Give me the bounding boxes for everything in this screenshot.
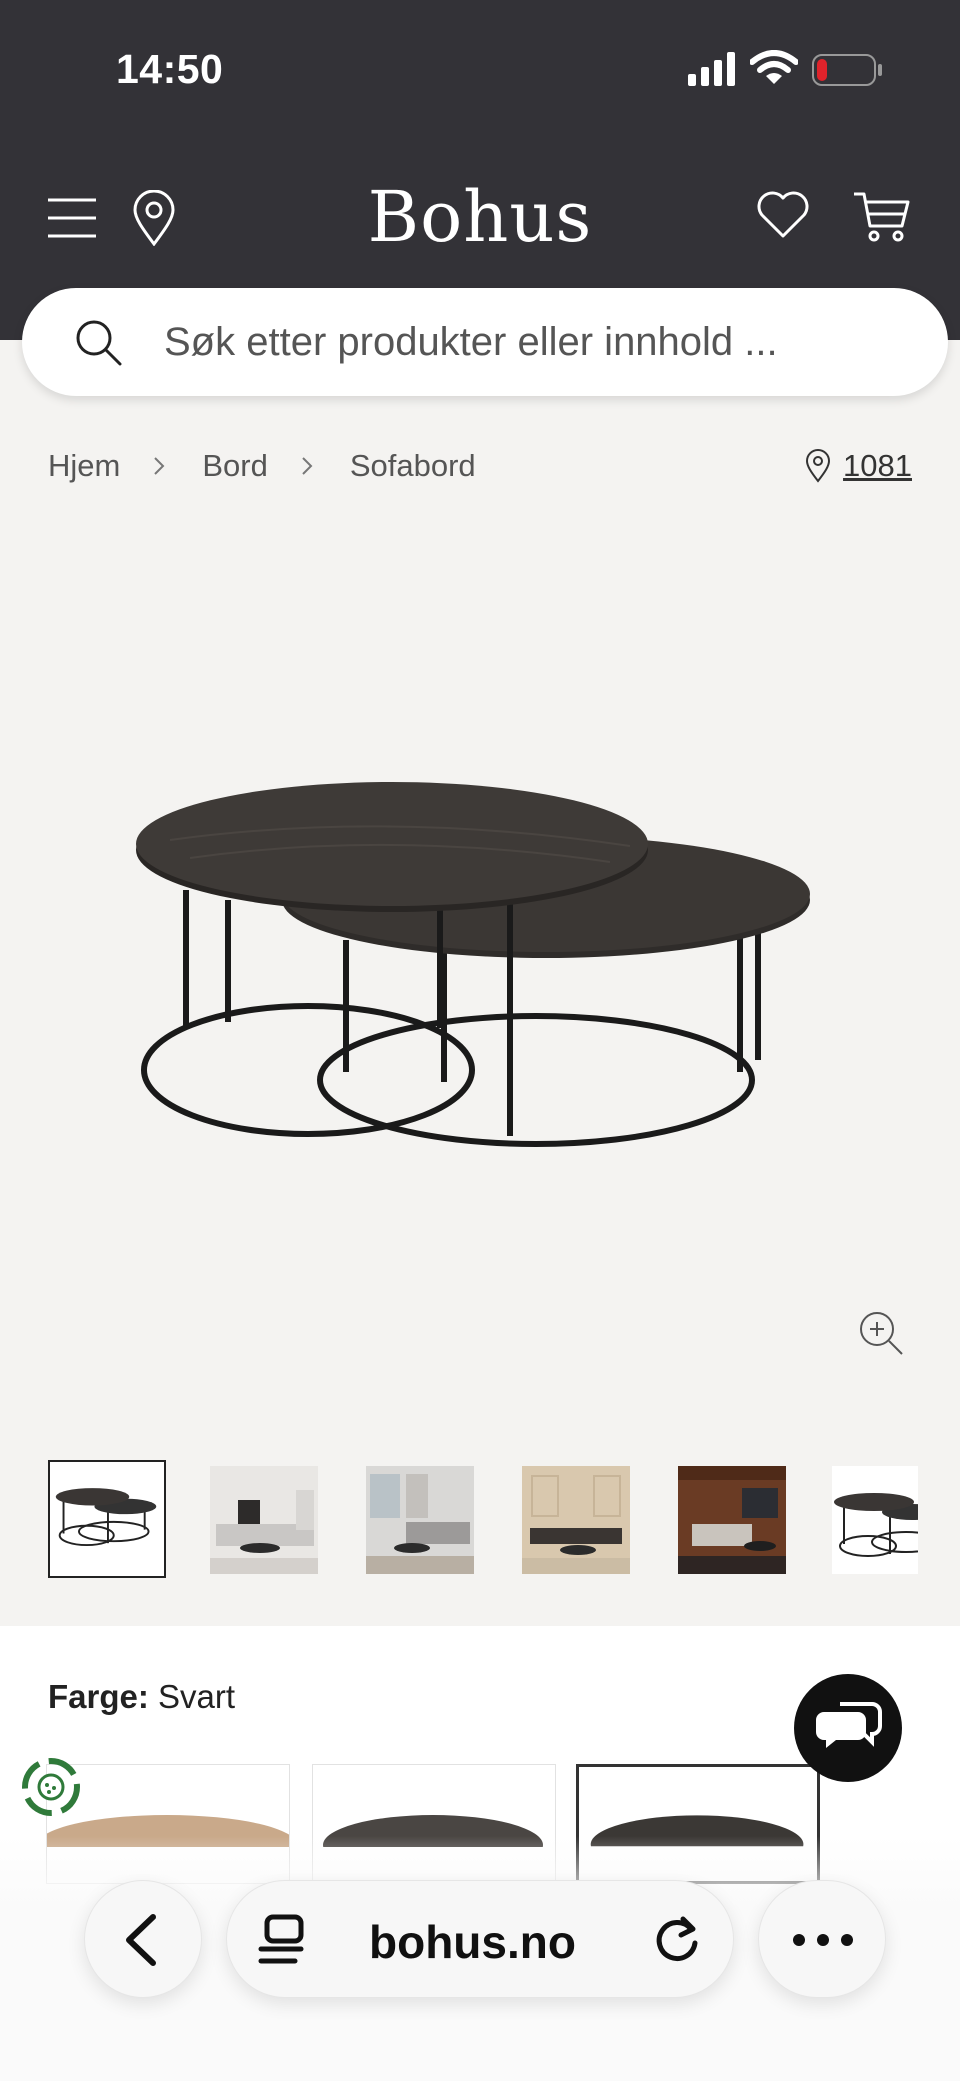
thumbnail-table-image xyxy=(55,1488,157,1547)
thumbnail-6[interactable] xyxy=(832,1466,918,1574)
thumbnail-5[interactable] xyxy=(678,1466,786,1574)
browser-more-button[interactable] xyxy=(758,1880,886,1998)
eco-badge-icon[interactable] xyxy=(16,1752,86,1822)
cellular-signal-icon xyxy=(688,52,735,86)
status-time: 14:50 xyxy=(116,46,224,92)
brand-logo[interactable]: Bohus xyxy=(0,176,960,258)
search-bar[interactable] xyxy=(22,288,948,396)
product-image[interactable] xyxy=(130,770,830,1170)
thumbnail-room-image xyxy=(522,1466,630,1574)
thumbnail-2[interactable] xyxy=(210,1466,318,1574)
browser-address-bar[interactable]: bohus.no xyxy=(226,1880,734,1998)
reload-icon[interactable] xyxy=(651,1913,705,1967)
wifi-icon xyxy=(750,50,798,84)
thumbnail-table-image xyxy=(834,1493,918,1557)
chevron-right-icon xyxy=(302,457,313,475)
search-input[interactable] xyxy=(164,314,884,370)
thumbnail-4[interactable] xyxy=(522,1466,630,1574)
chat-bubbles-icon xyxy=(816,1702,882,1748)
cart-icon[interactable] xyxy=(852,190,910,244)
search-icon[interactable] xyxy=(74,318,122,366)
color-label: Farge: xyxy=(48,1678,149,1715)
color-value: Svart xyxy=(158,1678,236,1715)
heart-icon[interactable] xyxy=(756,190,810,240)
thumbnail-3[interactable] xyxy=(366,1466,474,1574)
thumbnail-strip xyxy=(48,1460,918,1580)
breadcrumb-item-bord[interactable]: Bord xyxy=(202,448,267,484)
more-dots-icon xyxy=(793,1934,853,1946)
battery-low-icon xyxy=(812,54,882,86)
location-pin-icon xyxy=(806,449,831,483)
browser-url: bohus.no xyxy=(369,1916,576,1968)
thumbnail-room-image xyxy=(210,1466,318,1574)
thumbnail-room-image xyxy=(366,1466,474,1574)
status-bar: 14:50 xyxy=(0,0,960,140)
thumbnail-1[interactable] xyxy=(48,1460,166,1578)
chat-button[interactable] xyxy=(794,1674,902,1782)
zoom-in-icon[interactable] xyxy=(858,1310,904,1356)
postal-code[interactable]: 1081 xyxy=(843,448,912,484)
breadcrumb-item-sofabord[interactable]: Sofabord xyxy=(350,448,476,484)
chevron-left-icon xyxy=(126,1914,156,1966)
browser-back-button[interactable] xyxy=(84,1880,202,1998)
chevron-right-icon xyxy=(154,457,165,475)
color-option-label: Farge: Svart xyxy=(48,1678,235,1716)
postal-code-link[interactable]: 1081 xyxy=(805,448,912,484)
tabs-icon[interactable] xyxy=(257,1913,309,1967)
thumbnail-room-image xyxy=(678,1466,786,1574)
breadcrumb: Hjem Bord Sofabord xyxy=(48,448,476,484)
breadcrumb-item-hjem[interactable]: Hjem xyxy=(48,448,120,484)
